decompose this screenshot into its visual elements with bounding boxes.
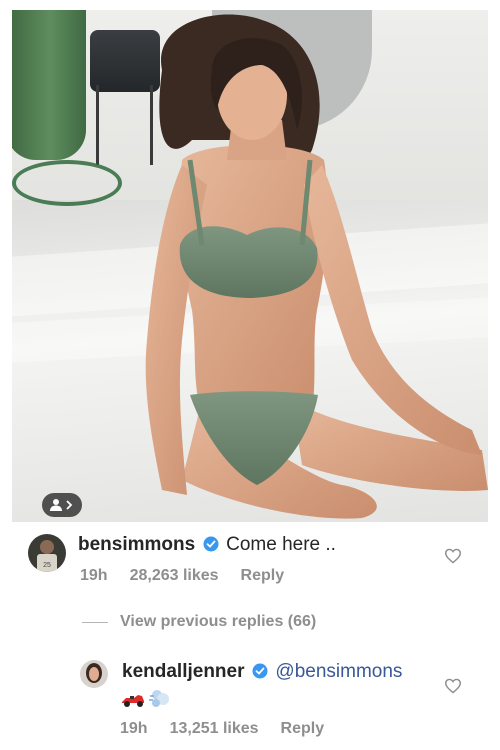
view-previous-replies-label: View previous replies (66) <box>120 613 317 630</box>
person-tag-icon <box>50 499 73 511</box>
comment: 25 bensimmons Come here .. 19h 28,263 li… <box>0 530 500 594</box>
reply-mention[interactable]: @bensimmons <box>275 661 402 682</box>
reply-username[interactable]: kendalljenner <box>122 661 245 682</box>
tag-people-button[interactable] <box>42 493 82 517</box>
model-figure <box>145 14 488 519</box>
comment-username[interactable]: bensimmons <box>78 534 195 555</box>
user-avatar[interactable] <box>80 660 108 688</box>
comment-likes[interactable]: 28,263 likes <box>130 567 219 585</box>
reply-button[interactable]: Reply <box>241 567 285 585</box>
reply-button[interactable]: Reply <box>281 720 325 738</box>
comment-text: Come here .. <box>226 534 336 555</box>
user-avatar[interactable]: 25 <box>28 534 66 572</box>
verified-badge-icon <box>252 663 268 679</box>
race-car-emoji <box>122 695 144 707</box>
verified-badge-icon <box>203 536 219 552</box>
reply-likes[interactable]: 13,251 likes <box>170 720 259 738</box>
reply: kendalljenner @bensimmons 19h 13,251 lik… <box>0 658 500 750</box>
post-photo[interactable] <box>12 10 488 522</box>
dash-emoji <box>149 690 169 707</box>
divider-line <box>82 621 108 623</box>
heart-icon[interactable] <box>444 548 462 564</box>
view-previous-replies-button[interactable]: View previous replies (66) <box>82 613 316 631</box>
heart-icon[interactable] <box>444 678 462 694</box>
reply-time: 19h <box>120 720 148 737</box>
comment-time: 19h <box>80 567 108 584</box>
svg-text:25: 25 <box>43 562 51 569</box>
